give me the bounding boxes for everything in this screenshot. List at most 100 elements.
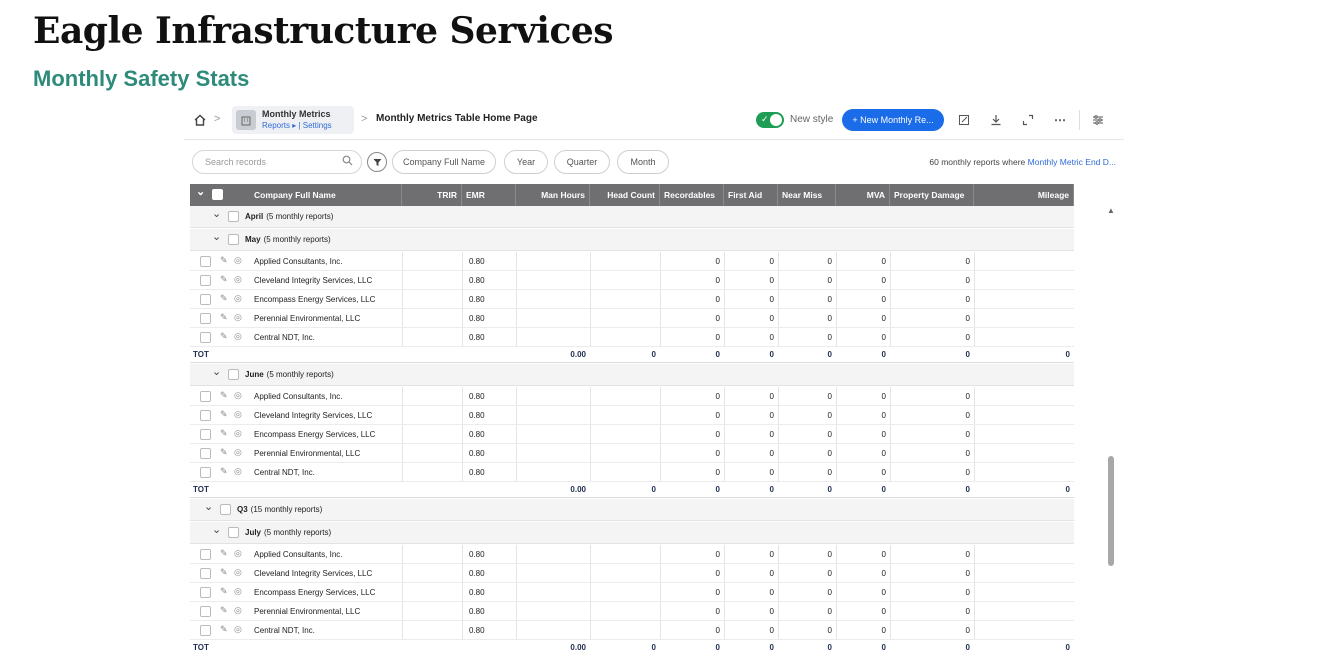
chevron-down-icon[interactable]: ⌄ — [212, 207, 221, 220]
column-header[interactable]: Head Count — [590, 184, 660, 206]
pencil-icon[interactable]: ✎ — [220, 274, 228, 285]
column-header[interactable]: Mileage — [974, 184, 1074, 206]
scroll-thumb[interactable] — [1108, 456, 1114, 566]
table-row[interactable]: ✎ ◎ Perennial Environmental, LLC 0.80 0 0 0 0 0 — [190, 444, 1074, 463]
row-checkbox[interactable] — [200, 587, 211, 598]
group-row[interactable]: ⌄ May (5 monthly reports) — [190, 229, 1074, 251]
table-row[interactable]: ✎ ◎ Applied Consultants, Inc. 0.80 0 0 0 0 0 — [190, 252, 1074, 271]
eye-icon[interactable]: ◎ — [234, 586, 242, 597]
row-checkbox[interactable] — [200, 467, 211, 478]
search-icon[interactable] — [342, 155, 353, 169]
pencil-icon[interactable]: ✎ — [220, 605, 228, 616]
chevron-down-icon[interactable]: ⌄ — [212, 365, 221, 378]
pencil-icon[interactable]: ✎ — [220, 390, 228, 401]
eye-icon[interactable]: ◎ — [234, 409, 242, 420]
eye-icon[interactable]: ◎ — [234, 624, 242, 635]
table-row[interactable]: ✎ ◎ Perennial Environmental, LLC 0.80 0 0 0 0 0 — [190, 602, 1074, 621]
pencil-icon[interactable]: ✎ — [220, 293, 228, 304]
row-checkbox[interactable] — [200, 568, 211, 579]
row-checkbox[interactable] — [200, 625, 211, 636]
row-checkbox[interactable] — [200, 391, 211, 402]
chevron-down-icon[interactable]: ⌄ — [196, 184, 205, 203]
row-checkbox[interactable] — [200, 275, 211, 286]
chevron-down-icon[interactable]: ⌄ — [204, 500, 213, 513]
row-checkbox[interactable] — [200, 448, 211, 459]
group-checkbox[interactable] — [220, 504, 231, 515]
row-checkbox[interactable] — [200, 606, 211, 617]
eye-icon[interactable]: ◎ — [234, 331, 242, 342]
filter-icon[interactable] — [367, 152, 387, 172]
eye-icon[interactable]: ◎ — [234, 312, 242, 323]
select-all-checkbox[interactable] — [212, 189, 223, 200]
app-chip[interactable]: Monthly Metrics Reports ▸ | Settings — [232, 106, 354, 134]
table-row[interactable]: ✎ ◎ Encompass Energy Services, LLC 0.80 0 0 0 0… — [190, 290, 1074, 309]
table-row[interactable]: ✎ ◎ Central NDT, Inc. 0.80 0 0 0 0 0 — [190, 621, 1074, 640]
eye-icon[interactable]: ◎ — [234, 466, 242, 477]
pencil-icon[interactable]: ✎ — [220, 255, 228, 266]
group-checkbox[interactable] — [228, 211, 239, 222]
table-row[interactable]: ✎ ◎ Cleveland Integrity Services, LLC 0.80 0… — [190, 271, 1074, 290]
column-header[interactable]: EMR — [462, 184, 516, 206]
group-row[interactable]: ⌄ April (5 monthly reports) — [190, 206, 1074, 228]
column-header[interactable]: Company Full Name — [248, 184, 402, 206]
eye-icon[interactable]: ◎ — [234, 390, 242, 401]
chevron-down-icon[interactable]: ⌄ — [212, 230, 221, 243]
pencil-icon[interactable]: ✎ — [220, 567, 228, 578]
pencil-icon[interactable]: ✎ — [220, 447, 228, 458]
pill-month[interactable]: Month — [617, 150, 669, 174]
eye-icon[interactable]: ◎ — [234, 255, 242, 266]
eye-icon[interactable]: ◎ — [234, 428, 242, 439]
eye-icon[interactable]: ◎ — [234, 548, 242, 559]
pencil-icon[interactable]: ✎ — [220, 428, 228, 439]
download-icon[interactable] — [988, 112, 1004, 128]
pencil-icon[interactable]: ✎ — [220, 548, 228, 559]
eye-icon[interactable]: ◎ — [234, 447, 242, 458]
group-row[interactable]: ⌄ Q3 (15 monthly reports) — [190, 499, 1074, 521]
scroll-up-icon[interactable]: ▲ — [1107, 206, 1115, 215]
home-icon[interactable] — [192, 112, 208, 128]
column-header[interactable]: TRIR — [402, 184, 462, 206]
group-row[interactable]: ⌄ June (5 monthly reports) — [190, 364, 1074, 386]
column-header[interactable]: Man Hours — [516, 184, 590, 206]
pencil-icon[interactable]: ✎ — [220, 466, 228, 477]
pill-quarter[interactable]: Quarter — [554, 150, 610, 174]
eye-icon[interactable]: ◎ — [234, 274, 242, 285]
expand-icon[interactable] — [1020, 112, 1036, 128]
table-row[interactable]: ✎ ◎ Applied Consultants, Inc. 0.80 0 0 0 0 0 — [190, 545, 1074, 564]
row-checkbox[interactable] — [200, 332, 211, 343]
group-checkbox[interactable] — [228, 527, 239, 538]
column-header[interactable]: Recordables — [660, 184, 724, 206]
pencil-icon[interactable]: ✎ — [220, 331, 228, 342]
search-field[interactable] — [192, 150, 362, 174]
app-links[interactable]: Reports ▸ | Settings — [262, 120, 332, 131]
pencil-icon[interactable]: ✎ — [220, 624, 228, 635]
row-checkbox[interactable] — [200, 429, 211, 440]
new-style-toggle[interactable]: ✓ — [756, 112, 784, 128]
column-header[interactable]: First Aid — [724, 184, 778, 206]
eye-icon[interactable]: ◎ — [234, 293, 242, 304]
eye-icon[interactable]: ◎ — [234, 605, 242, 616]
row-checkbox[interactable] — [200, 313, 211, 324]
settings-sliders-icon[interactable] — [1090, 112, 1106, 128]
eye-icon[interactable]: ◎ — [234, 567, 242, 578]
pencil-icon[interactable]: ✎ — [220, 586, 228, 597]
table-row[interactable]: ✎ ◎ Encompass Energy Services, LLC 0.80 0 0 0 0… — [190, 425, 1074, 444]
table-row[interactable]: ✎ ◎ Cleveland Integrity Services, LLC 0.80 0… — [190, 564, 1074, 583]
row-checkbox[interactable] — [200, 294, 211, 305]
vertical-scrollbar[interactable]: ▲ — [1106, 200, 1116, 656]
column-header[interactable]: MVA — [836, 184, 890, 206]
table-row[interactable]: ✎ ◎ Central NDT, Inc. 0.80 0 0 0 0 0 — [190, 328, 1074, 347]
table-row[interactable]: ✎ ◎ Perennial Environmental, LLC 0.80 0 0 0 0 0 — [190, 309, 1074, 328]
group-checkbox[interactable] — [228, 369, 239, 380]
edit-layout-icon[interactable] — [956, 112, 972, 128]
table-row[interactable]: ✎ ◎ Encompass Energy Services, LLC 0.80 0 0 0 0… — [190, 583, 1074, 602]
table-row[interactable]: ✎ ◎ Central NDT, Inc. 0.80 0 0 0 0 0 — [190, 463, 1074, 482]
row-checkbox[interactable] — [200, 256, 211, 267]
table-row[interactable]: ✎ ◎ Cleveland Integrity Services, LLC 0.80 0… — [190, 406, 1074, 425]
row-checkbox[interactable] — [200, 549, 211, 560]
pill-company-full-name[interactable]: Company Full Name — [392, 150, 496, 174]
table-row[interactable]: ✎ ◎ Applied Consultants, Inc. 0.80 0 0 0 0 0 — [190, 387, 1074, 406]
column-header[interactable]: Property Damage — [890, 184, 974, 206]
chevron-down-icon[interactable]: ⌄ — [212, 523, 221, 536]
pencil-icon[interactable]: ✎ — [220, 409, 228, 420]
